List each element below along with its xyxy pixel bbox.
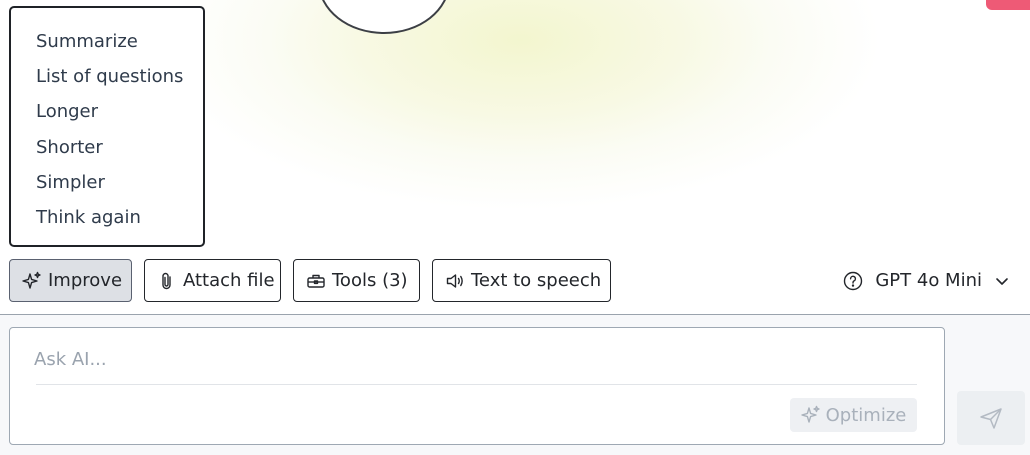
menu-item-shorter[interactable]: Shorter: [11, 132, 203, 167]
text-to-speech-label: Text to speech: [471, 270, 602, 291]
chat-toolbar: Improve Attach file Tools (3) Text to sp…: [9, 259, 1030, 302]
send-button[interactable]: [957, 391, 1025, 445]
toolbox-icon: [306, 271, 326, 291]
speaker-icon: [445, 271, 465, 291]
attach-file-label: Attach file: [183, 270, 275, 291]
optimize-label: Optimize: [825, 404, 907, 426]
chevron-down-icon: [994, 273, 1010, 289]
model-label: GPT 4o Mini: [875, 270, 982, 291]
tools-label: Tools (3): [332, 270, 408, 291]
composer-separator: [36, 384, 917, 385]
menu-item-simpler[interactable]: Simpler: [11, 167, 203, 202]
menu-item-list-of-questions[interactable]: List of questions: [11, 61, 203, 96]
question-circle-icon[interactable]: [843, 271, 863, 291]
app: Summarize List of questions Longer Short…: [0, 0, 1030, 455]
sparkles-icon: [22, 271, 42, 291]
menu-item-longer[interactable]: Longer: [11, 96, 203, 131]
menu-item-summarize[interactable]: Summarize: [11, 26, 203, 61]
paperclip-icon: [157, 271, 177, 291]
sparkles-icon: [800, 405, 821, 425]
attach-file-button[interactable]: Attach file: [144, 259, 281, 302]
improve-button[interactable]: Improve: [9, 259, 132, 302]
improve-menu: Summarize List of questions Longer Short…: [9, 6, 205, 247]
ask-ai-input[interactable]: [34, 342, 914, 376]
improve-button-label: Improve: [48, 270, 123, 291]
text-to-speech-button[interactable]: Text to speech: [432, 259, 611, 302]
tools-button[interactable]: Tools (3): [293, 259, 420, 302]
mascot-illustration: [318, 0, 450, 34]
model-selector[interactable]: GPT 4o Mini: [843, 259, 1010, 302]
composer: Optimize: [9, 327, 945, 445]
paper-plane-icon: [978, 405, 1004, 431]
menu-item-think-again[interactable]: Think again: [11, 202, 203, 237]
accent-button-edge[interactable]: [986, 0, 1030, 10]
optimize-button[interactable]: Optimize: [790, 398, 917, 432]
